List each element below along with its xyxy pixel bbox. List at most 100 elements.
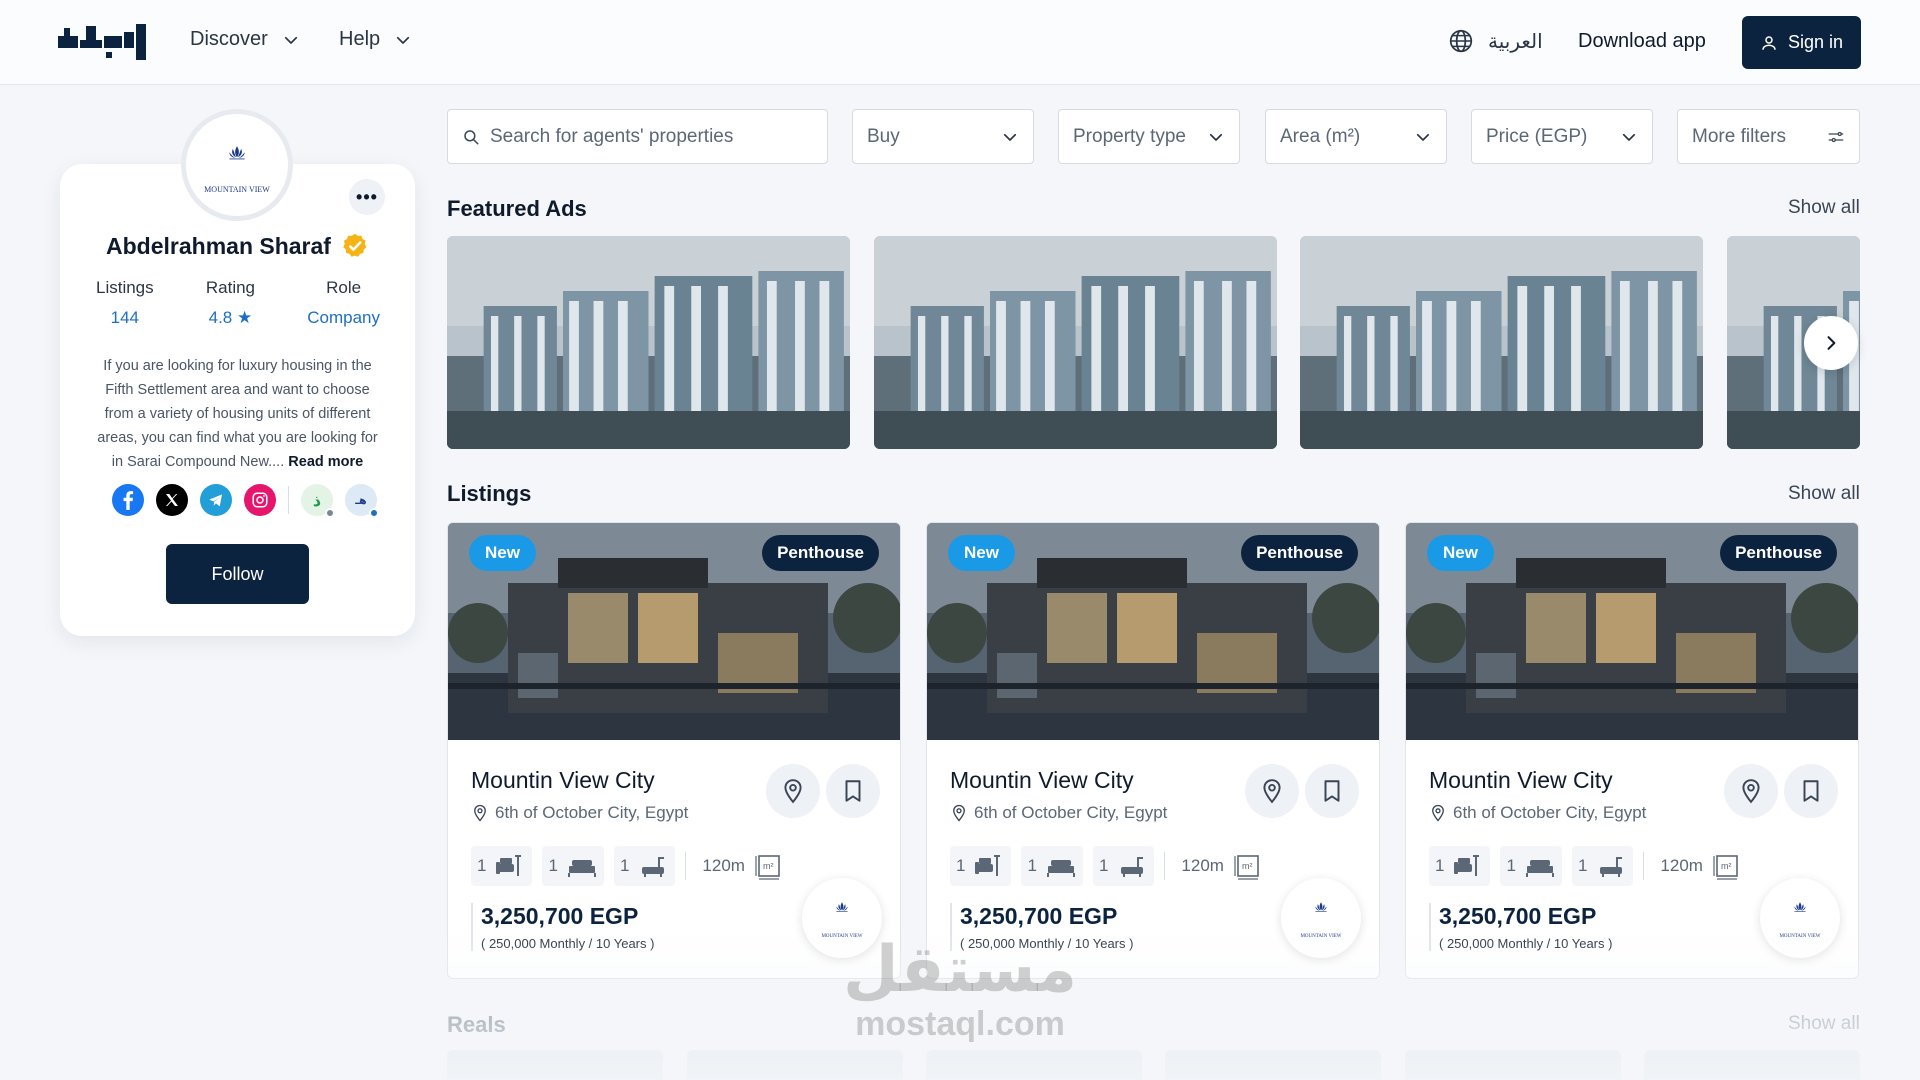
buy-select[interactable]: Buy [852, 109, 1034, 164]
featured-ad-card[interactable] [1300, 236, 1703, 449]
bed-icon [567, 860, 596, 877]
listings-show-all-link[interactable]: Show all [1788, 483, 1860, 505]
reel-thumbnail[interactable] [1644, 1050, 1860, 1080]
reel-thumbnail[interactable] [447, 1050, 663, 1080]
baths-spec: 1 [1571, 846, 1634, 886]
nav-help[interactable]: Help [339, 28, 412, 51]
facebook-icon[interactable] [112, 484, 144, 516]
new-badge: New [948, 535, 1015, 571]
area-spec: 120m m² [696, 846, 791, 886]
featured-ad-card[interactable] [874, 236, 1277, 449]
divider [1164, 852, 1166, 880]
agent-logo-text: MOUNTAIN VIEW [1300, 934, 1342, 939]
reels-title: Reals [447, 1012, 506, 1037]
map-location-button[interactable] [1724, 764, 1778, 818]
area-icon: m² [1713, 855, 1738, 880]
chevron-down-icon [1620, 128, 1638, 146]
listing-card[interactable]: New Penthouse Mountin View City 6th of O… [926, 522, 1380, 979]
chevron-down-icon [1414, 128, 1432, 146]
carousel-next-button[interactable] [1804, 316, 1858, 370]
more-filters-button[interactable]: More filters [1677, 109, 1860, 164]
search-icon [464, 129, 479, 144]
area-select[interactable]: Area (m²) [1265, 109, 1447, 164]
reel-thumbnail[interactable] [1405, 1050, 1621, 1080]
area-value: 120m [1660, 856, 1703, 875]
language-switcher[interactable]: العربية [1448, 28, 1543, 54]
reel-thumbnail[interactable] [687, 1050, 903, 1080]
map-location-button[interactable] [1245, 764, 1299, 818]
x-icon[interactable] [156, 484, 188, 516]
bookmark-button[interactable] [1784, 764, 1838, 818]
baths-count: 1 [1577, 856, 1588, 875]
sign-in-button[interactable]: Sign in [1742, 16, 1861, 69]
sliders-icon [1828, 131, 1844, 142]
listings-title: Listings [447, 481, 532, 506]
reel-thumbnail[interactable] [1165, 1050, 1381, 1080]
download-app-link[interactable]: Download app [1578, 30, 1706, 53]
brand-logo[interactable] [58, 22, 150, 62]
listing-price: 3,250,700 EGP [481, 903, 639, 929]
listing-installment: ( 250,000 Monthly / 10 Years ) [1439, 936, 1613, 951]
watermark-arabic: مستقل [842, 933, 1078, 1007]
read-more-link[interactable]: Read more [288, 454, 363, 470]
agent-logo-avatar[interactable]: MOUNTAIN VIEW [1281, 878, 1361, 958]
top-navigation-bar: Discover Help العربية Download app Sign … [0, 0, 1920, 85]
reel-thumbnail[interactable] [926, 1050, 1142, 1080]
map-location-button[interactable] [766, 764, 820, 818]
agent-logo-text: MOUNTAIN VIEW [204, 185, 270, 194]
price-select[interactable]: Price (EGP) [1471, 109, 1653, 164]
more-options-button[interactable]: ••• [349, 179, 385, 215]
bathtub-icon [1121, 857, 1144, 877]
agent-bio: If you are looking for luxury housing in… [90, 354, 385, 474]
area-value: 120m [702, 856, 745, 875]
listing-price-block: 3,250,700 EGP ( 250,000 Monthly / 10 Yea… [471, 903, 654, 951]
app-icon-1[interactable]: ذ [301, 484, 335, 518]
search-placeholder: Search for agents' properties [490, 125, 734, 147]
app-icon-2[interactable]: هـ [345, 484, 379, 518]
listing-card[interactable]: New Penthouse Mountin View City 6th of O… [447, 522, 901, 979]
agent-logo-avatar[interactable]: MOUNTAIN VIEW [1760, 878, 1840, 958]
agent-stats: Listings 144 Rating 4.8 ★ Role Company [96, 278, 380, 328]
listing-card[interactable]: New Penthouse Mountin View City 6th of O… [1405, 522, 1859, 979]
location-pin-icon [1259, 778, 1285, 804]
rooms-count: 1 [477, 856, 487, 875]
follow-button[interactable]: Follow [166, 544, 309, 604]
area-value: 120m [1181, 856, 1224, 875]
location-pin-icon [1429, 804, 1447, 822]
location-pin-icon [780, 778, 806, 804]
beds-spec: 1 [1500, 846, 1562, 886]
bookmark-button[interactable] [826, 764, 880, 818]
divider [685, 852, 687, 880]
listing-location: 6th of October City, Egypt [471, 803, 688, 823]
nav-discover[interactable]: Discover [190, 28, 300, 51]
bed-icon [1525, 860, 1554, 877]
listing-installment: ( 250,000 Monthly / 10 Years ) [481, 936, 655, 951]
chevron-down-icon [282, 31, 300, 49]
stat-listings: Listings 144 [96, 278, 154, 328]
agent-profile-card: MOUNTAIN VIEW ••• Abdelrahman Sharaf Lis… [60, 109, 415, 636]
search-input[interactable]: Search for agents' properties [447, 109, 828, 164]
property-type-badge: Penthouse [1241, 535, 1358, 571]
rooms-spec: 1 [950, 846, 1012, 886]
rooms-count: 1 [1435, 856, 1445, 875]
location-pin-icon [471, 804, 489, 822]
telegram-icon[interactable] [200, 484, 232, 516]
area-icon: m² [1234, 855, 1259, 880]
property-type-select[interactable]: Property type [1058, 109, 1240, 164]
listing-title: Mountin View City [471, 767, 655, 793]
chevron-down-icon [394, 31, 412, 49]
featured-ads-title: Featured Ads [447, 196, 587, 221]
rooms-spec: 1 [1429, 846, 1491, 886]
reels-show-all-link[interactable]: Show all [1788, 1013, 1860, 1035]
bookmark-button[interactable] [1305, 764, 1359, 818]
globe-icon [1449, 29, 1473, 53]
listing-price-block: 3,250,700 EGP ( 250,000 Monthly / 10 Yea… [1429, 903, 1612, 951]
new-badge: New [1427, 535, 1494, 571]
featured-ad-card[interactable] [447, 236, 850, 449]
featured-show-all-link[interactable]: Show all [1788, 197, 1860, 219]
instagram-icon[interactable] [244, 484, 276, 516]
listing-location-text: 6th of October City, Egypt [974, 803, 1168, 822]
agent-logo-text: MOUNTAIN VIEW [1779, 934, 1821, 939]
stat-label: Role [326, 278, 362, 297]
listing-price: 3,250,700 EGP [960, 903, 1118, 929]
